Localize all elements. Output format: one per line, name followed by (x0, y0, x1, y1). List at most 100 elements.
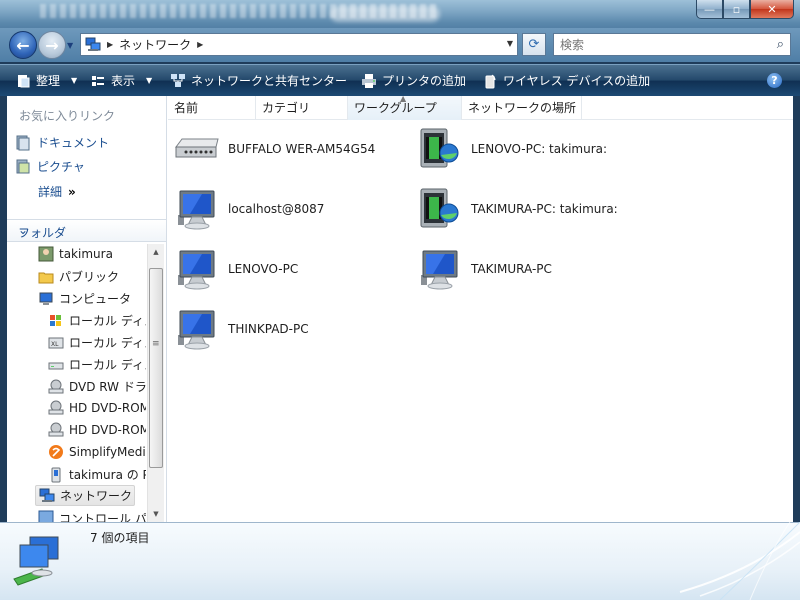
column-header-workgroup[interactable]: ワークグループ ▲ (348, 94, 462, 120)
tree-item-dvd-drive[interactable]: DVD RW ドライブ (48, 378, 146, 395)
breadcrumb-arrow-icon[interactable]: ▶ (197, 40, 203, 49)
refresh-button[interactable]: ⟳ (522, 33, 546, 56)
organize-button[interactable]: 整理 ▼ (15, 72, 77, 89)
item-count: 7 個の項目 (90, 531, 150, 545)
wireless-device-icon (485, 74, 496, 88)
recent-pages-dropdown[interactable]: ▼ (67, 41, 73, 50)
file-item[interactable]: THINKPAD-PC (172, 305, 309, 353)
views-button[interactable]: 表示 ▼ (90, 72, 152, 89)
views-label: 表示 (111, 74, 136, 88)
tree-item-phone[interactable]: takimura の P (48, 466, 146, 483)
tree-item-computer[interactable]: コンピュータ (38, 290, 146, 307)
favorite-link-documents[interactable]: ドキュメント (15, 134, 109, 151)
file-item-label: THINKPAD-PC (228, 322, 309, 336)
tree-item-label: takimura の P (69, 468, 146, 482)
scroll-down-icon[interactable]: ▼ (148, 506, 164, 522)
tree-item-label: ローカル ディスク (69, 358, 146, 372)
drive-icon (48, 362, 64, 369)
file-item[interactable]: BUFFALO WER-AM54G54 (172, 125, 375, 173)
drive-icon: XL (48, 337, 64, 348)
column-header-label: ワークグループ (354, 101, 437, 115)
file-item[interactable]: LENOVO-PC (172, 245, 298, 293)
tree-item-label: SimplifyMedia (69, 445, 146, 459)
tree-item-label: コントロール パネル (59, 512, 146, 522)
scroll-up-icon[interactable]: ▲ (148, 244, 164, 260)
title-blur-glow (330, 6, 440, 22)
network-icon (85, 37, 101, 53)
favorite-label: ドキュメント (37, 136, 110, 150)
control-panel-icon (38, 510, 54, 522)
tree-item-hd-dvd-1[interactable]: HD DVD-ROM (48, 400, 146, 416)
tree-item-network[interactable]: ネットワーク (35, 485, 135, 506)
address-dropdown-icon[interactable]: ▼ (507, 39, 513, 48)
breadcrumb-arrow-icon[interactable]: ▶ (107, 40, 113, 49)
tree-item-public[interactable]: パブリック (38, 268, 146, 285)
tree-item-local-disk-e[interactable]: ローカル ディスク (48, 356, 146, 373)
simplifymedia-icon (49, 445, 63, 459)
close-button[interactable]: ✕ (750, 0, 794, 19)
favorites-more-link[interactable]: 詳細 » (38, 183, 76, 200)
search-icon[interactable]: ⌕ (777, 37, 784, 52)
tree-item-label: コンピュータ (59, 292, 132, 306)
hd-dvd-drive-icon (48, 400, 64, 415)
scrollbar-thumb[interactable] (149, 268, 163, 468)
file-item[interactable]: TAKIMURA-PC: takimura: (415, 185, 618, 233)
folders-header[interactable]: フォルダ ⌄ (7, 219, 166, 242)
printer-icon (362, 73, 376, 88)
add-wireless-device-label: ワイヤレス デバイスの追加 (503, 74, 651, 88)
add-wireless-device-button[interactable]: ワイヤレス デバイスの追加 (482, 72, 650, 89)
forward-button[interactable]: → (38, 31, 66, 59)
computer-icon (172, 305, 220, 353)
media-server-icon (415, 125, 463, 173)
tree-item-label: ネットワーク (60, 489, 133, 503)
file-item-label: LENOVO-PC (228, 262, 299, 276)
add-printer-button[interactable]: プリンタの追加 (361, 72, 466, 89)
scrollbar-grip-icon: ≡ (152, 339, 160, 349)
media-server-icon (415, 185, 463, 233)
tree-item-label: DVD RW ドライブ (69, 380, 146, 394)
tree-item-label: ローカル ディスク (69, 314, 146, 328)
chevron-down-icon: ⌄ (18, 223, 29, 237)
breadcrumb-network[interactable]: ネットワーク (119, 36, 191, 53)
column-header-row: 名前 カテゴリ ワークグループ ▲ ネットワークの場所 (168, 94, 793, 120)
address-bar[interactable]: ▶ ネットワーク ▶ ▼ (80, 33, 518, 56)
favorite-link-pictures[interactable]: ピクチャ (15, 158, 85, 175)
network-center-label: ネットワークと共有センター (191, 74, 348, 88)
column-header-network-location[interactable]: ネットワークの場所 (462, 96, 582, 120)
tree-item-label: HD DVD-ROM (69, 423, 146, 437)
file-item[interactable]: TAKIMURA-PC (415, 245, 552, 293)
tree-item-user[interactable]: takimura (38, 246, 146, 262)
maximize-button[interactable]: ▫ (723, 0, 750, 19)
favorites-title: お気に入りリンク (19, 109, 116, 123)
address-row: ← → ▼ ▶ ネットワーク ▶ ▼ ⟳ ⌕ (0, 28, 800, 62)
minimize-button[interactable]: — (696, 0, 723, 19)
folders-scrollbar[interactable]: ▲ ≡ ▼ (147, 244, 164, 522)
tree-item-hd-dvd-2[interactable]: HD DVD-ROM (48, 422, 146, 438)
add-printer-label: プリンタの追加 (382, 74, 467, 88)
file-item-label: TAKIMURA-PC: takimura: (471, 202, 618, 216)
column-header-category[interactable]: カテゴリ (256, 96, 348, 120)
column-header-name[interactable]: 名前 (168, 96, 256, 120)
tree-item-simplifymedia[interactable]: SimplifyMedia (48, 444, 146, 460)
network-center-button[interactable]: ネットワークと共有センター (170, 72, 347, 89)
network-center-icon (171, 73, 185, 87)
organize-icon (18, 74, 30, 87)
organize-label: 整理 (36, 74, 61, 88)
favorite-label: ピクチャ (37, 160, 85, 174)
device-icon (51, 467, 61, 482)
sort-arrow-icon: ▲ (400, 94, 407, 103)
file-item[interactable]: localhost@8087 (172, 185, 324, 233)
tree-item-control-panel[interactable]: コントロール パネル (38, 510, 146, 522)
search-input[interactable] (554, 34, 754, 55)
back-button[interactable]: ← (9, 31, 37, 59)
computer-icon (39, 292, 53, 305)
tree-item-local-disk-d[interactable]: XL ローカル ディスク (48, 334, 146, 351)
computer-icon (172, 245, 220, 293)
computer-icon (172, 185, 220, 233)
help-button[interactable]: ? (767, 73, 782, 88)
help-icon: ? (771, 74, 778, 87)
tree-item-label: HD DVD-ROM (69, 401, 146, 415)
router-icon (172, 125, 220, 173)
tree-item-local-disk-c[interactable]: ローカル ディスク (48, 312, 146, 329)
file-item[interactable]: LENOVO-PC: takimura: (415, 125, 607, 173)
